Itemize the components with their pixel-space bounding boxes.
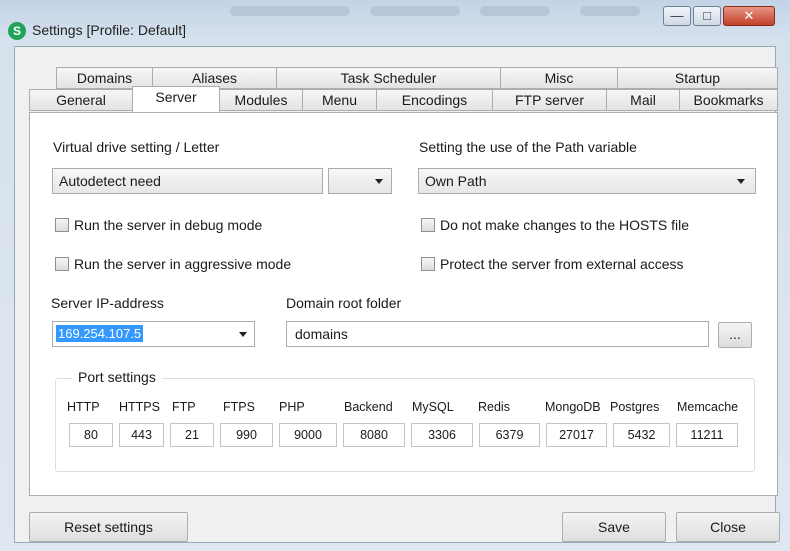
port-input-mysql[interactable]: 3306 xyxy=(411,423,473,447)
tab-task-scheduler[interactable]: Task Scheduler xyxy=(276,67,501,89)
tab-ftp-server[interactable]: FTP server xyxy=(492,89,607,111)
port-input-php[interactable]: 9000 xyxy=(279,423,337,447)
maximize-button[interactable]: □ xyxy=(693,6,721,26)
ip-address-select[interactable]: 169.254.107.5 xyxy=(52,321,255,347)
port-label-redis: Redis xyxy=(478,400,510,414)
tab-encodings[interactable]: Encodings xyxy=(376,89,493,111)
port-input-https[interactable]: 443 xyxy=(119,423,164,447)
protect-external-label: Protect the server from external access xyxy=(440,256,684,272)
domain-root-label: Domain root folder xyxy=(286,295,402,311)
close-window-button[interactable]: ✕ xyxy=(723,6,775,26)
domain-root-value: domains xyxy=(295,326,348,342)
port-label-ftp: FTP xyxy=(172,400,196,414)
domain-root-input[interactable]: domains xyxy=(286,321,709,347)
tab-startup[interactable]: Startup xyxy=(617,67,778,89)
aggressive-mode-label: Run the server in aggressive mode xyxy=(74,256,292,272)
minimize-button[interactable]: — xyxy=(663,6,691,26)
port-input-backend[interactable]: 8080 xyxy=(343,423,405,447)
debug-mode-checkbox[interactable] xyxy=(55,218,69,232)
app-icon: S xyxy=(8,22,26,40)
tab-mail[interactable]: Mail xyxy=(606,89,680,111)
tab-modules[interactable]: Modules xyxy=(219,89,303,111)
port-label-memcache: Memcache xyxy=(677,400,739,414)
port-label-mongodb: MongoDB xyxy=(545,400,601,414)
window-title: Settings [Profile: Default] xyxy=(32,22,187,38)
ip-address-value: 169.254.107.5 xyxy=(56,325,144,342)
tab-general[interactable]: General xyxy=(29,89,133,111)
port-input-memcache[interactable]: 11211 xyxy=(676,423,738,447)
chevron-down-icon xyxy=(737,179,745,184)
virtual-drive-label: Virtual drive setting / Letter xyxy=(53,139,220,155)
port-label-https: HTTPS xyxy=(119,400,160,414)
no-hosts-changes-checkbox[interactable] xyxy=(421,218,435,232)
tab-menu[interactable]: Menu xyxy=(302,89,377,111)
path-variable-select[interactable]: Own Path xyxy=(418,168,756,194)
no-hosts-changes-label: Do not make changes to the HOSTS file xyxy=(440,217,690,233)
browse-button[interactable]: ... xyxy=(718,322,752,348)
port-input-redis[interactable]: 6379 xyxy=(479,423,540,447)
port-settings-label: Port settings xyxy=(72,369,162,385)
virtual-drive-value: Autodetect need xyxy=(59,173,161,189)
port-label-mysql: MySQL xyxy=(412,400,454,414)
port-input-http[interactable]: 80 xyxy=(69,423,113,447)
debug-mode-label: Run the server in debug mode xyxy=(74,217,263,233)
port-input-postgres[interactable]: 5432 xyxy=(613,423,670,447)
port-label-backend: Backend xyxy=(344,400,393,414)
port-label-ftps: FTPS xyxy=(223,400,255,414)
tab-server[interactable]: Server xyxy=(132,86,220,112)
port-input-mongodb[interactable]: 27017 xyxy=(546,423,607,447)
port-label-php: PHP xyxy=(279,400,305,414)
drive-letter-select[interactable] xyxy=(328,168,392,194)
aggressive-mode-checkbox[interactable] xyxy=(55,257,69,271)
port-input-ftps[interactable]: 990 xyxy=(220,423,273,447)
server-tab-panel: Virtual drive setting / Letter Autodetec… xyxy=(29,112,778,496)
chevron-down-icon xyxy=(239,332,247,337)
tab-bookmarks[interactable]: Bookmarks xyxy=(679,89,778,111)
save-button[interactable]: Save xyxy=(562,512,666,542)
chevron-down-icon xyxy=(375,179,383,184)
port-input-ftp[interactable]: 21 xyxy=(170,423,214,447)
close-button[interactable]: Close xyxy=(676,512,780,542)
path-variable-value: Own Path xyxy=(425,173,487,189)
port-label-http: HTTP xyxy=(67,400,100,414)
protect-external-checkbox[interactable] xyxy=(421,257,435,271)
tab-misc[interactable]: Misc xyxy=(500,67,618,89)
virtual-drive-select[interactable]: Autodetect need xyxy=(52,168,323,194)
ip-address-label: Server IP-address xyxy=(51,295,164,311)
reset-settings-button[interactable]: Reset settings xyxy=(29,512,188,542)
path-variable-label: Setting the use of the Path variable xyxy=(419,139,637,155)
port-label-postgres: Postgres xyxy=(610,400,660,414)
